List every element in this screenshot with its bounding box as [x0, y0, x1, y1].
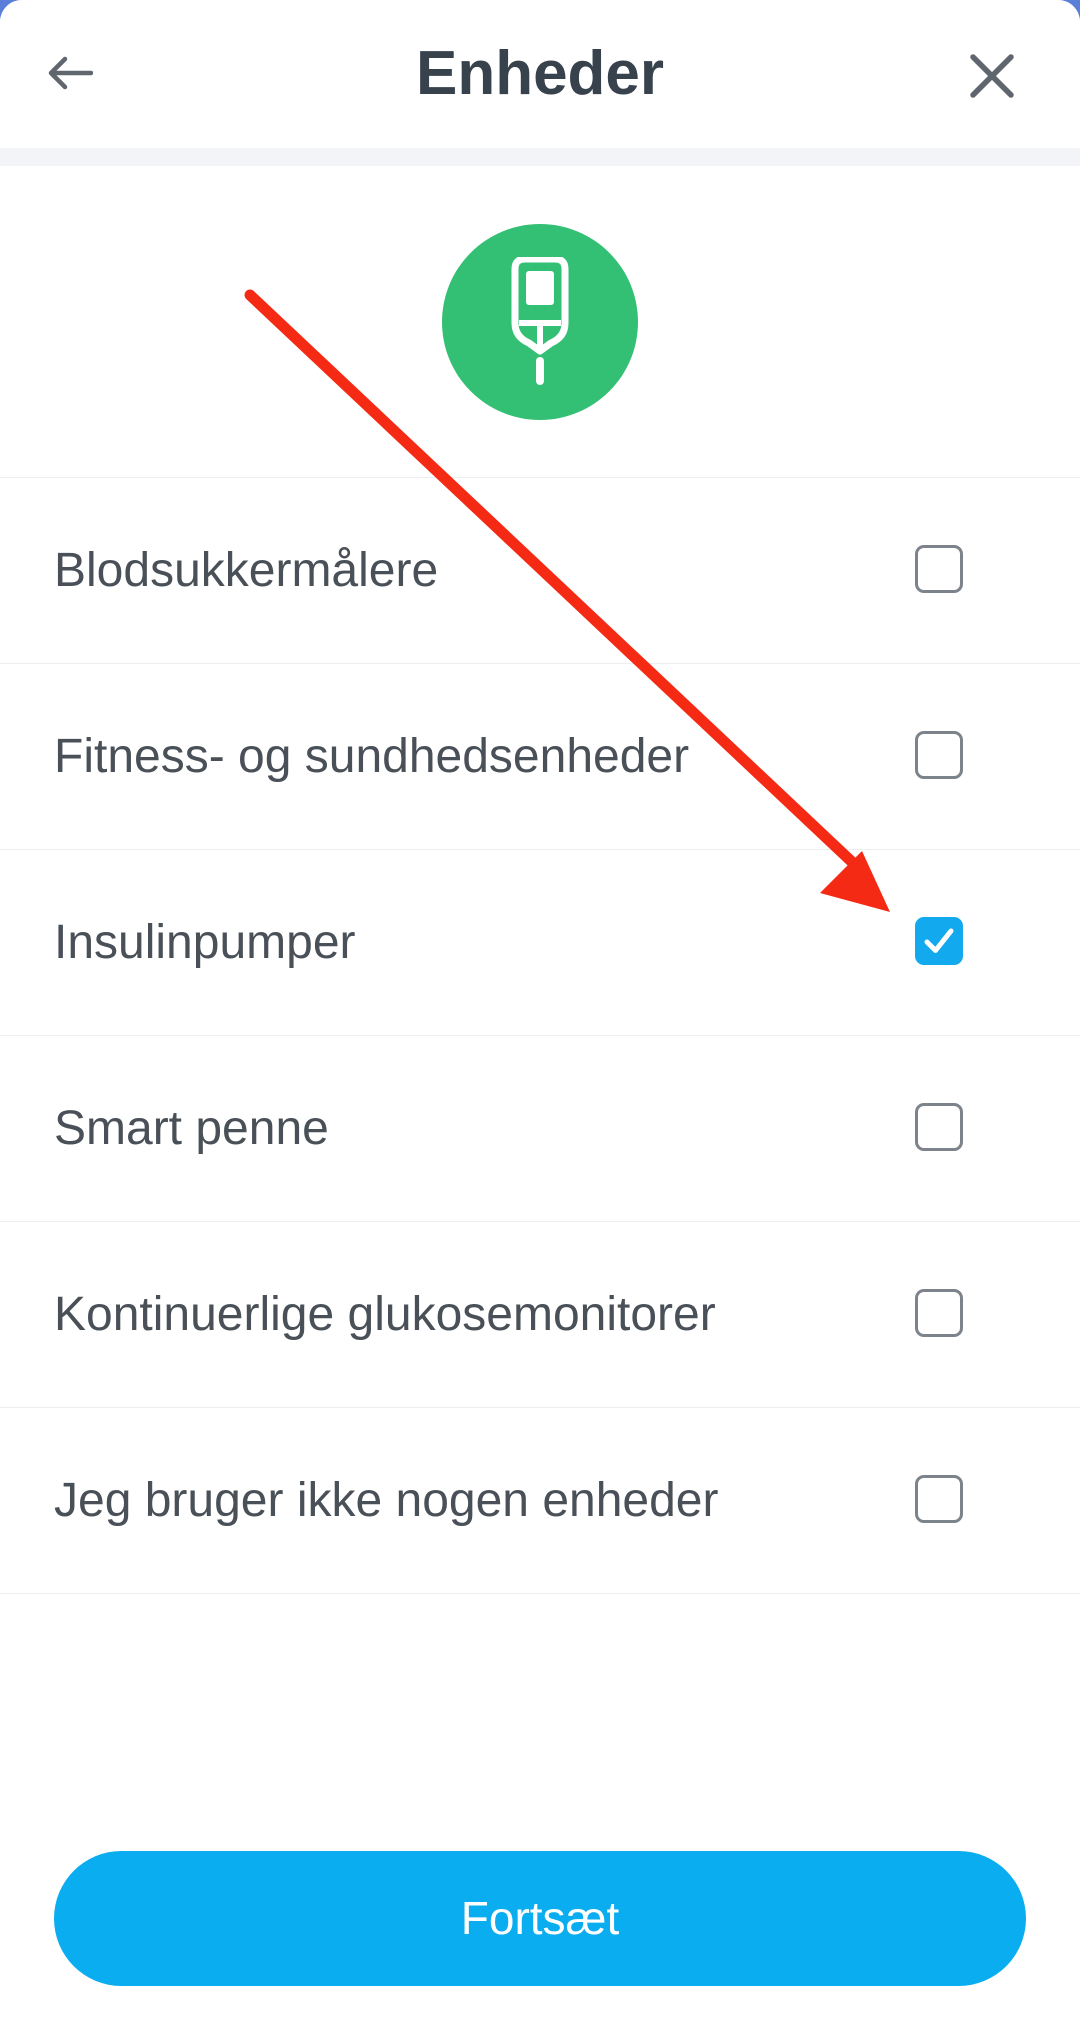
header-divider	[0, 148, 1080, 166]
list-item-label: Insulinpumper	[54, 916, 356, 969]
device-list: Blodsukkermålere Fitness- og sundhedsenh…	[0, 477, 1080, 1594]
continue-button[interactable]: Fortsæt	[54, 1851, 1026, 1986]
list-item-insulin-pumps[interactable]: Insulinpumper	[0, 849, 1080, 1035]
checkbox-fitness-devices[interactable]	[915, 731, 963, 779]
checkbox-smart-pens[interactable]	[915, 1103, 963, 1151]
close-button[interactable]	[950, 36, 1034, 116]
glucose-meter-icon	[511, 257, 569, 385]
checkbox-blood-glucose-meters[interactable]	[915, 545, 963, 593]
close-icon	[970, 54, 1014, 98]
header: Enheder	[0, 0, 1080, 148]
list-item-fitness-devices[interactable]: Fitness- og sundhedsenheder	[0, 663, 1080, 849]
list-item-label: Jeg bruger ikke nogen enheder	[54, 1474, 719, 1527]
list-item-label: Smart penne	[54, 1102, 329, 1155]
hero-badge	[442, 224, 638, 420]
page-title: Enheder	[415, 39, 665, 108]
list-item-label: Blodsukkermålere	[54, 544, 439, 597]
list-item-label: Kontinuerlige glukosemonitorer	[54, 1288, 716, 1341]
list-item-no-devices[interactable]: Jeg bruger ikke nogen enheder	[0, 1407, 1080, 1594]
list-item-cgm[interactable]: Kontinuerlige glukosemonitorer	[0, 1221, 1080, 1407]
list-item-smart-pens[interactable]: Smart penne	[0, 1035, 1080, 1221]
device-selection-sheet: Enheder Blodsukkermålere Fitness- og sun…	[0, 0, 1080, 2044]
list-item-label: Fitness- og sundhedsenheder	[54, 730, 690, 783]
checkbox-cgm[interactable]	[915, 1289, 963, 1337]
checkbox-insulin-pumps[interactable]	[915, 917, 963, 965]
list-item-blood-glucose-meters[interactable]: Blodsukkermålere	[0, 477, 1080, 663]
checkbox-no-devices[interactable]	[915, 1475, 963, 1523]
checkmark-icon	[924, 928, 954, 953]
